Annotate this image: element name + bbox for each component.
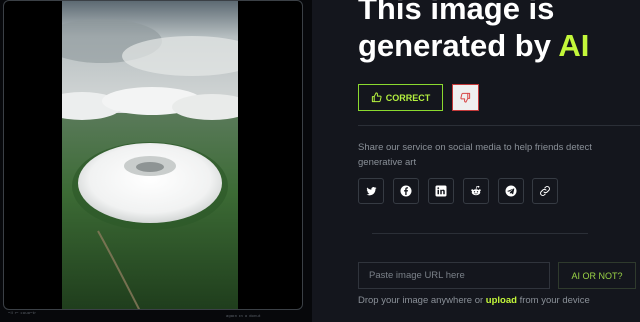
share-reddit-button[interactable] (463, 178, 489, 204)
left-caption-fragment: ᵔᴵᴵ ʳᵔ ᶜᵒᵘᵒᵔᵗʳ (8, 311, 36, 318)
image-url-input[interactable] (358, 262, 550, 289)
preview-picture (62, 1, 238, 309)
thumbs-down-icon (460, 92, 471, 103)
share-twitter-button[interactable] (358, 178, 384, 204)
share-facebook-button[interactable] (393, 178, 419, 204)
facebook-icon (400, 185, 412, 197)
drop-suffix: from your device (516, 295, 590, 306)
headline-line2: generated by (358, 28, 559, 63)
drop-prefix: Drop your image anywhere or (358, 295, 486, 306)
result-headline: This image is generated by AI (358, 0, 638, 64)
thumbs-up-icon (371, 92, 382, 103)
telegram-icon (505, 185, 517, 197)
drop-instructions: Drop your image anywhere or upload from … (358, 295, 590, 306)
ai-or-not-button[interactable]: AI OR NOT? (558, 262, 636, 289)
share-telegram-button[interactable] (498, 178, 524, 204)
link-icon (540, 186, 550, 196)
right-caption-fragment: ᵃᵍᵃᶦⁿ ᶦⁿ ᵃ ᵈᵒⁿᵘᵗ (226, 314, 261, 321)
share-linkedin-button[interactable] (428, 178, 454, 204)
headline-line1: This image is (358, 0, 555, 26)
correct-button[interactable]: CORRECT (358, 84, 443, 111)
headline-accent: AI (558, 28, 590, 63)
copy-link-button[interactable] (532, 178, 558, 204)
incorrect-button[interactable] (452, 84, 479, 111)
upload-link[interactable]: upload (486, 295, 517, 306)
reddit-icon (471, 185, 481, 196)
image-preview-pane: ᵔᴵᴵ ʳᵔ ᶜᵒᵘᵒᵔᵗʳ ᵃᵍᵃᶦⁿ ᶦⁿ ᵃ ᵈᵒⁿᵘᵗ (0, 0, 312, 322)
linkedin-icon (435, 185, 447, 197)
share-description: Share our service on social media to hel… (358, 142, 592, 168)
correct-label: CORRECT (385, 92, 431, 103)
divider-bottom (372, 233, 588, 234)
image-preview (3, 0, 303, 310)
divider-top (358, 125, 640, 126)
twitter-icon (365, 186, 377, 195)
